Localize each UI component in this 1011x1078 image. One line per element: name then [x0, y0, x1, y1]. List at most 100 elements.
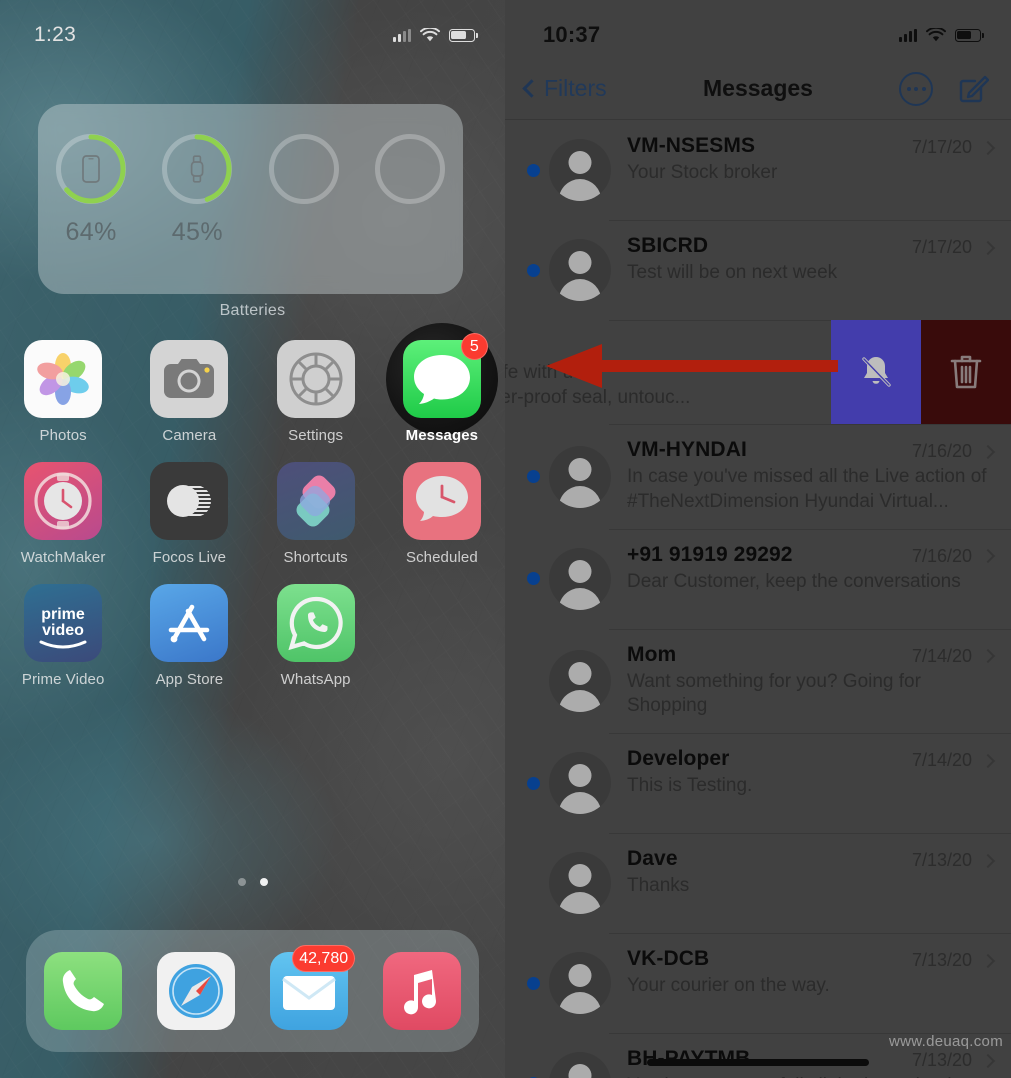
avatar: [549, 952, 611, 1015]
dock-phone[interactable]: [43, 952, 122, 1030]
watchmaker-icon: [24, 462, 103, 540]
page-dot-2-active[interactable]: [259, 878, 268, 886]
app-whatsapp[interactable]: WhatsApp: [253, 584, 379, 706]
app-empty-slot: [379, 584, 505, 706]
app-label: WhatsApp: [280, 671, 351, 688]
contact-name: +91 91919 29292: [627, 542, 793, 566]
message-date: 7/13/20: [911, 950, 972, 971]
app-label: Focos Live: [152, 549, 227, 566]
message-preview: In case you've missed all the Live actio…: [627, 466, 987, 513]
contact-name: SBICRD: [627, 234, 709, 257]
compose-icon[interactable]: [957, 73, 990, 105]
app-settings[interactable]: Settings: [253, 340, 379, 462]
dock-mail[interactable]: 42,780: [270, 945, 356, 1030]
app-photos[interactable]: Photos: [0, 340, 126, 462]
conversation-row[interactable]: Mom 7/14/20 Want something for you? Goin…: [505, 628, 1011, 733]
app-camera[interactable]: Camera: [126, 340, 252, 462]
home-indicator: [647, 1059, 869, 1066]
watch-glyph-icon: [162, 134, 232, 204]
conversation-list: VM-NSESMS 7/17/20 Your Stock broker SBIC…: [505, 120, 1011, 1078]
wifi-icon: [926, 27, 946, 41]
messages-status-bar: 10:37: [505, 0, 1011, 58]
app-shortcuts[interactable]: Shortcuts: [253, 462, 379, 584]
app-focos-live[interactable]: Focos Live: [126, 462, 252, 584]
status-time: 10:37: [543, 22, 601, 47]
app-label: Photos: [39, 427, 87, 444]
battery-ring-empty-1: [268, 134, 339, 204]
messages-navbar: Filters Messages: [505, 58, 1011, 120]
conversation-row[interactable]: +91 91919 29292 7/16/20 Dear Customer, k…: [505, 528, 1011, 629]
app-prime-video[interactable]: prime video Prime Video: [0, 584, 126, 706]
chevron-right-icon: [980, 240, 996, 255]
back-label: Filters: [544, 75, 607, 101]
avatar: [549, 239, 611, 301]
message-preview: tas are safe with us. with tamper-proof …: [505, 362, 691, 408]
message-date: 7/16/20: [911, 441, 972, 462]
message-date: 7/16/20: [911, 545, 972, 566]
page-dot-1[interactable]: [237, 878, 246, 886]
dock-safari[interactable]: [156, 952, 235, 1030]
message-preview: Your Stock broker: [627, 162, 778, 183]
battery-rings: [38, 104, 463, 204]
ellipsis-circle-icon[interactable]: [899, 71, 933, 106]
message-date: 7/14/20: [911, 645, 972, 666]
unread-indicator: [527, 263, 540, 277]
contact-name: Developer: [627, 747, 730, 771]
messages-badge: 5: [460, 333, 488, 360]
app-app-store[interactable]: App Store: [126, 584, 252, 706]
battery-percent-watch: 45%: [171, 218, 223, 246]
app-label: App Store: [155, 671, 224, 688]
app-watchmaker[interactable]: WatchMaker: [0, 462, 126, 584]
unread-indicator: [527, 776, 540, 790]
iphone-glyph-icon: [56, 134, 126, 204]
contact-name: VM-HYNDAI: [627, 438, 747, 462]
message-date: 7/17/20: [911, 237, 972, 257]
shortcuts-icon: [276, 462, 355, 540]
chevron-right-icon: [980, 549, 996, 564]
message-preview: You have successfully linked your bank: [627, 1074, 993, 1078]
unread-indicator: [527, 470, 540, 484]
message-preview: Want something for you? Going for Shoppi…: [627, 670, 921, 717]
message-preview: Thanks: [627, 875, 690, 897]
message-preview: This is Testing.: [627, 775, 753, 797]
filters-back-button[interactable]: Filters: [522, 75, 607, 102]
app-row-2: WatchMaker Focos Live Shortcuts Schedule…: [0, 462, 505, 584]
app-messages[interactable]: 5 Messages: [379, 323, 505, 462]
chevron-right-icon: [980, 649, 996, 664]
chevron-right-icon: [980, 953, 996, 968]
conversation-row[interactable]: VM-HYNDAI 7/16/20 In case you've missed …: [505, 424, 1011, 528]
conversation-row[interactable]: Developer 7/14/20 This is Testing.: [505, 733, 1011, 833]
contact-name: VK-DCB: [627, 947, 710, 971]
app-label: Shortcuts: [283, 549, 348, 566]
mute-button[interactable]: [831, 320, 921, 425]
battery-icon: [955, 28, 984, 42]
conversation-row[interactable]: Dave 7/13/20 Thanks: [505, 833, 1011, 933]
home-status-bar: 1:23: [0, 0, 505, 58]
conversation-row[interactable]: SBICRD 7/17/20 Test will be on next week: [505, 220, 1011, 320]
chevron-right-icon: [980, 1053, 996, 1068]
settings-icon: [276, 340, 355, 418]
app-scheduled[interactable]: Scheduled: [379, 462, 505, 584]
photos-icon: [24, 340, 103, 418]
message-date: 7/13/20: [911, 1050, 972, 1071]
page-dots[interactable]: [0, 878, 505, 886]
avatar: [549, 445, 611, 508]
iphone-home-screen: 1:23 64% 45% Batteries Photos Camera Set…: [0, 0, 505, 1078]
batteries-widget[interactable]: 64% 45%: [38, 104, 463, 294]
app-grid: Photos Camera Settings 5 Messages WatchM…: [0, 323, 505, 706]
dock-music[interactable]: [383, 952, 462, 1030]
conversation-row[interactable]: VK-DCB 7/13/20 Your courier on the way.: [505, 933, 1011, 1033]
batteries-widget-label: Batteries: [219, 302, 286, 319]
scheduled-icon: [402, 462, 481, 540]
status-indicators: [393, 27, 478, 43]
status-time: 1:23: [34, 23, 77, 46]
delete-button[interactable]: [921, 320, 1011, 425]
conversation-row[interactable]: VM-NSESMS 7/17/20 Your Stock broker: [505, 120, 1011, 220]
cellular-signal-icon: [899, 28, 917, 42]
avatar: [549, 752, 611, 815]
dock: 42,780: [26, 930, 479, 1052]
app-label: Messages: [405, 427, 479, 444]
conversation-row-swiped[interactable]: MINO tas are safe with us. with tamper-p…: [505, 320, 1011, 425]
battery-ring-watch: [162, 134, 233, 204]
app-label: Camera: [162, 427, 217, 444]
